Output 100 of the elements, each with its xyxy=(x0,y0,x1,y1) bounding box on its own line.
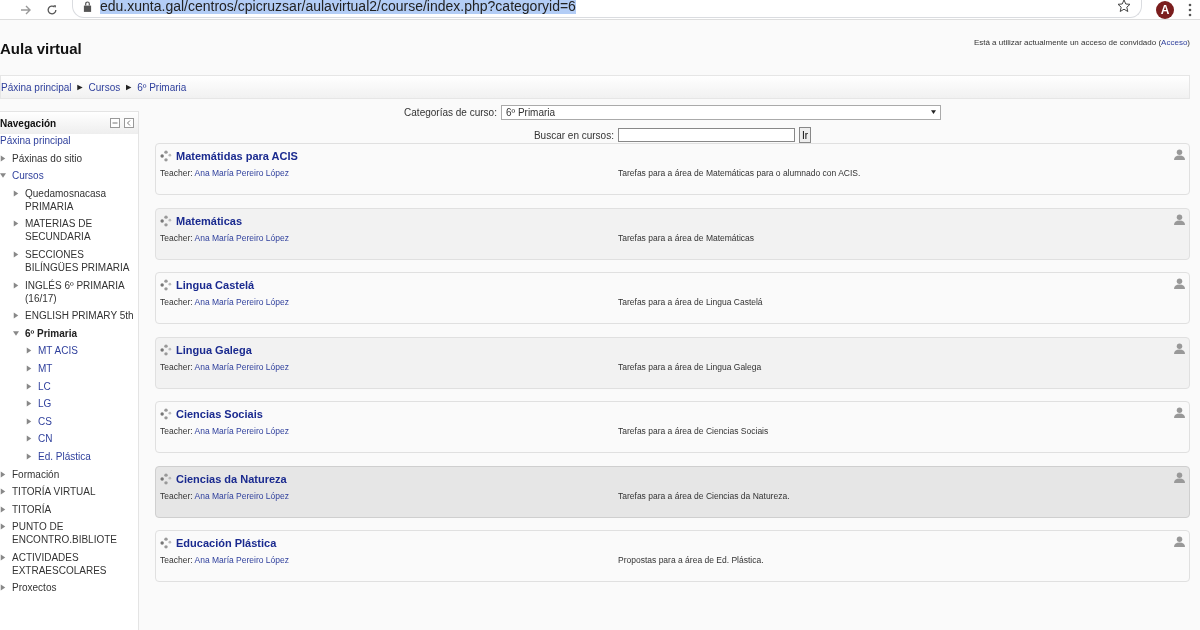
teacher-label: Teacher: xyxy=(160,490,193,501)
reload-icon[interactable] xyxy=(46,3,58,16)
course-link[interactable]: Ciencias da Natureza xyxy=(176,472,287,485)
search-field[interactable] xyxy=(617,128,795,142)
nav-item[interactable]: Proxectos xyxy=(12,581,57,595)
course-icon xyxy=(160,279,172,291)
collapsed-arrow-icon[interactable] xyxy=(26,400,32,408)
teacher-link[interactable]: Ana María Pereiro López xyxy=(194,232,289,243)
teacher-label: Teacher: xyxy=(160,168,193,178)
nav-item[interactable]: Quedamosnacasa PRIMARIA xyxy=(25,186,136,213)
person-icon[interactable] xyxy=(1174,278,1185,289)
teacher-link[interactable]: Ana María Pereiro López xyxy=(194,555,289,565)
menu-icon[interactable] xyxy=(1188,2,1192,17)
collapsed-arrow-icon[interactable] xyxy=(0,505,6,513)
nav-item[interactable]: CS xyxy=(38,414,52,428)
breadcrumb-link[interactable]: Cursos xyxy=(88,81,121,93)
collapsed-arrow-icon[interactable] xyxy=(0,584,6,592)
collapsed-arrow-icon[interactable] xyxy=(0,470,6,478)
collapsed-arrow-icon[interactable] xyxy=(0,488,6,496)
caret-icon xyxy=(930,110,936,114)
course-icon xyxy=(160,343,172,356)
expanded-arrow-icon[interactable] xyxy=(0,172,6,180)
teacher-label: Teacher: xyxy=(160,426,193,436)
address-bar[interactable]: edu.xunta.gal/centros/cpicruzsar/aulavirtual2/course/index.php?categoryid=6 xyxy=(72,0,1142,18)
teacher-link[interactable]: Ana María Pereiro López xyxy=(194,168,289,178)
collapsed-arrow-icon[interactable] xyxy=(0,553,6,561)
star-icon[interactable] xyxy=(1117,0,1131,13)
collapse-icon[interactable] xyxy=(110,118,120,128)
nav-item[interactable]: ENGLISH PRIMARY 5th xyxy=(25,309,134,323)
nav-item[interactable]: MT ACIS xyxy=(38,344,78,358)
collapsed-arrow-icon[interactable] xyxy=(13,312,19,320)
person-icon[interactable] xyxy=(1174,471,1185,483)
nav-item[interactable]: PUNTO DE ENCONTRO.BIBLIOTE xyxy=(12,520,136,547)
course-link[interactable]: Lingua Castelá xyxy=(176,279,255,291)
course-summary: Tarefas para a área de Ciencias da Natureza. xyxy=(618,490,790,501)
teacher-link[interactable]: Ana María Pereiro López xyxy=(194,297,289,307)
nav-item[interactable]: Páxinas do sitio xyxy=(12,151,83,165)
course-link[interactable]: Matemáticas xyxy=(176,214,243,227)
course-link[interactable]: Matemátidas para ACIS xyxy=(176,150,298,162)
go-button[interactable]: Ir xyxy=(798,127,812,143)
collapsed-arrow-icon[interactable] xyxy=(26,435,32,443)
forward-icon[interactable] xyxy=(20,3,32,16)
collapsed-arrow-icon[interactable] xyxy=(13,281,19,289)
teacher-link[interactable]: Ana María Pereiro López xyxy=(194,361,289,372)
teacher-label: Teacher: xyxy=(160,361,193,372)
course-link[interactable]: Educación Plástica xyxy=(176,537,277,549)
nav-item[interactable]: LG xyxy=(38,397,52,411)
nav-item[interactable]: LC xyxy=(38,379,51,393)
nav-item[interactable]: ACTIVIDADES EXTRAESCOLARES xyxy=(12,550,136,577)
teacher-link[interactable]: Ana María Pereiro López xyxy=(194,490,289,501)
teacher-link[interactable]: Ana María Pereiro López xyxy=(194,426,289,436)
breadcrumb-link[interactable]: Páxina principal xyxy=(1,81,72,93)
person-icon[interactable] xyxy=(1174,213,1185,225)
nav-item[interactable]: INGLÉS 6º PRIMARIA (16/17) xyxy=(25,278,136,305)
category-select[interactable]: 6º Primaria xyxy=(500,104,941,120)
nav-item[interactable]: TITORÍA VIRTUAL xyxy=(12,485,96,499)
guest-notice: Está a utilizar actualmente un acceso de convidado (Acceso) xyxy=(973,38,1190,47)
profile-avatar[interactable]: A xyxy=(1156,0,1174,19)
nav-item[interactable]: Ed. Plástica xyxy=(38,449,91,463)
nav-item[interactable]: SECCIONES BILÍNGÜES PRIMARIA xyxy=(25,247,136,274)
course-icon xyxy=(160,537,172,549)
collapsed-arrow-icon[interactable] xyxy=(26,382,32,390)
person-icon[interactable] xyxy=(1174,407,1185,418)
course-icon xyxy=(160,408,172,420)
breadcrumb-separator: ► xyxy=(124,82,134,92)
course-summary: Propostas para a área de Ed. Plástica. xyxy=(618,555,764,565)
course-summary: Tarefas para a área de Lingua Castelá xyxy=(618,297,763,307)
collapsed-arrow-icon[interactable] xyxy=(13,189,19,197)
person-icon[interactable] xyxy=(1174,342,1185,354)
collapsed-arrow-icon[interactable] xyxy=(26,417,32,425)
expanded-arrow-icon[interactable] xyxy=(13,329,19,337)
url-text: edu.xunta.gal/centros/cpicruzsar/aulavirtual2/course/index.php?categoryid=6 xyxy=(100,0,576,14)
nav-item[interactable]: CN xyxy=(38,432,53,446)
nav-item[interactable]: Cursos xyxy=(12,169,44,183)
nav-item[interactable]: Formación xyxy=(12,467,60,481)
course-icon xyxy=(160,150,172,162)
nav-item[interactable]: MATERIAS DE SECUNDARIA xyxy=(25,217,136,244)
course-link[interactable]: Lingua Galega xyxy=(176,343,252,356)
course-summary: Tarefas para a área de Ciencias Sociais xyxy=(618,426,769,436)
collapsed-arrow-icon[interactable] xyxy=(13,220,19,228)
collapsed-arrow-icon[interactable] xyxy=(26,364,32,372)
course-icon xyxy=(160,214,172,227)
collapsed-arrow-icon[interactable] xyxy=(13,250,19,258)
person-icon[interactable] xyxy=(1174,536,1185,547)
collapsed-arrow-icon[interactable] xyxy=(0,523,6,531)
nav-item[interactable]: Páxina principal xyxy=(0,134,71,147)
collapsed-arrow-icon[interactable] xyxy=(26,347,32,355)
nav-item[interactable]: 6º Primaria xyxy=(25,326,78,340)
dock-icon[interactable] xyxy=(124,118,134,128)
person-icon[interactable] xyxy=(1174,149,1185,160)
site-title: Aula virtual xyxy=(0,40,82,57)
teacher-label: Teacher: xyxy=(160,232,193,243)
collapsed-arrow-icon[interactable] xyxy=(26,452,32,460)
course-link[interactable]: Ciencias Sociais xyxy=(176,408,263,420)
nav-item[interactable]: MT xyxy=(38,361,53,375)
collapsed-arrow-icon[interactable] xyxy=(0,154,6,162)
category-label: Categorías de curso: xyxy=(404,106,497,118)
course-summary: Tarefas para a área de Matemáticas para o alumnado con ACIS. xyxy=(618,168,861,178)
breadcrumb-link[interactable]: 6º Primaria xyxy=(137,81,187,93)
nav-item[interactable]: TITORÍA xyxy=(12,502,52,516)
